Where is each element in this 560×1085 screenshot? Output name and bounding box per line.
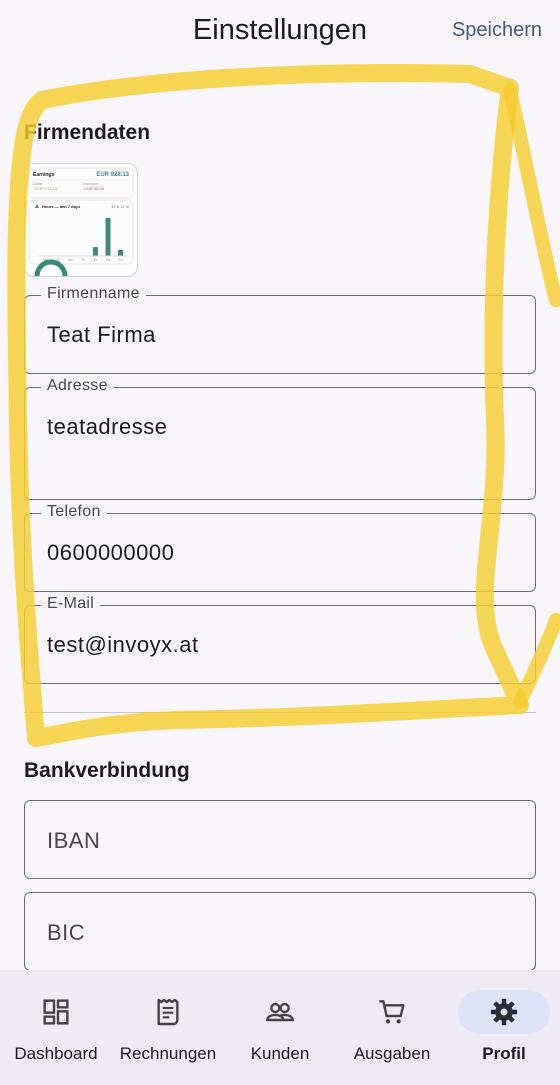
email-field[interactable]: E-Mail test@invoyx.at — [24, 595, 536, 684]
nav-item-ausgaben[interactable]: Ausgaben — [336, 970, 448, 1085]
logo-income-value: +EUR 978.13 — [33, 186, 58, 191]
nav-label-rechnungen: Rechnungen — [119, 1044, 217, 1063]
logo-chart-title: Hours — last 7 days — [42, 204, 81, 209]
app-bar: Einstellungen Speichern — [0, 0, 560, 64]
section-divider — [24, 712, 536, 713]
company-name-value: Teat Firma — [47, 322, 156, 347]
bank-section-title: Bankverbindung — [24, 759, 190, 782]
logo-chart-bar — [118, 250, 123, 256]
nav-item-kunden[interactable]: Kunden — [224, 970, 336, 1085]
address-value: teatadresse — [47, 414, 168, 439]
people-icon — [266, 1002, 294, 1022]
save-button[interactable]: Speichern — [452, 19, 542, 42]
phone-field[interactable]: Telefon 0600000000 — [24, 503, 536, 592]
cart-icon — [379, 1000, 405, 1024]
iban-placeholder: IBAN — [47, 828, 101, 853]
email-label: E-Mail — [41, 595, 101, 613]
nav-item-dashboard[interactable]: Dashboard — [0, 970, 112, 1085]
gear-icon — [490, 998, 518, 1026]
company-logo-thumbnail[interactable]: Earnings EUR 928.13 Latest +EUR 978.13 E… — [24, 163, 138, 277]
email-value: test@invoyx.at — [47, 632, 199, 657]
nav-label-kunden: Kunden — [250, 1044, 310, 1063]
logo-card-title: Earnings — [33, 172, 55, 178]
dashboard-icon — [43, 999, 69, 1025]
company-name-label: Firmenname — [41, 285, 146, 303]
address-label: Adresse — [41, 377, 114, 395]
nav-label-dashboard: Dashboard — [14, 1044, 98, 1063]
nav-item-profil[interactable]: Profil — [448, 970, 560, 1085]
nav-label-profil: Profil — [482, 1044, 526, 1063]
logo-chart-day-label: We — [68, 258, 73, 262]
logo-expense-value: -EUR 50.00 — [83, 186, 105, 191]
phone-label: Telefon — [41, 503, 107, 521]
nav-label-ausgaben: Ausgaben — [353, 1044, 431, 1063]
logo-chart-total: 19 h 12 m — [111, 204, 129, 209]
bic-placeholder: BIC — [47, 920, 86, 945]
bic-field[interactable]: BIC — [24, 892, 536, 971]
bottom-navigation: Dashboard Rechnungen Kunden Ausgaben Pro… — [0, 970, 560, 1085]
logo-chart-day-label: Sa — [106, 258, 110, 262]
logo-chart-day-label: Su — [118, 258, 122, 262]
logo-preview-image: Earnings EUR 928.13 Latest +EUR 978.13 E… — [28, 167, 134, 276]
logo-card-amount: EUR 928.13 — [96, 172, 129, 178]
company-section-title: Firmendaten — [24, 121, 151, 144]
logo-chart-day-label: Th — [81, 258, 85, 262]
logo-chart-bar — [105, 218, 111, 256]
phone-value: 0600000000 — [47, 540, 175, 565]
company-name-field[interactable]: Firmenname Teat Firma — [24, 285, 536, 374]
iban-field[interactable]: IBAN — [24, 800, 536, 879]
logo-chart-bar — [93, 247, 98, 256]
address-field[interactable]: Adresse teatadresse — [24, 377, 536, 500]
receipt-icon — [157, 998, 179, 1026]
nav-item-rechnungen[interactable]: Rechnungen — [112, 970, 224, 1085]
